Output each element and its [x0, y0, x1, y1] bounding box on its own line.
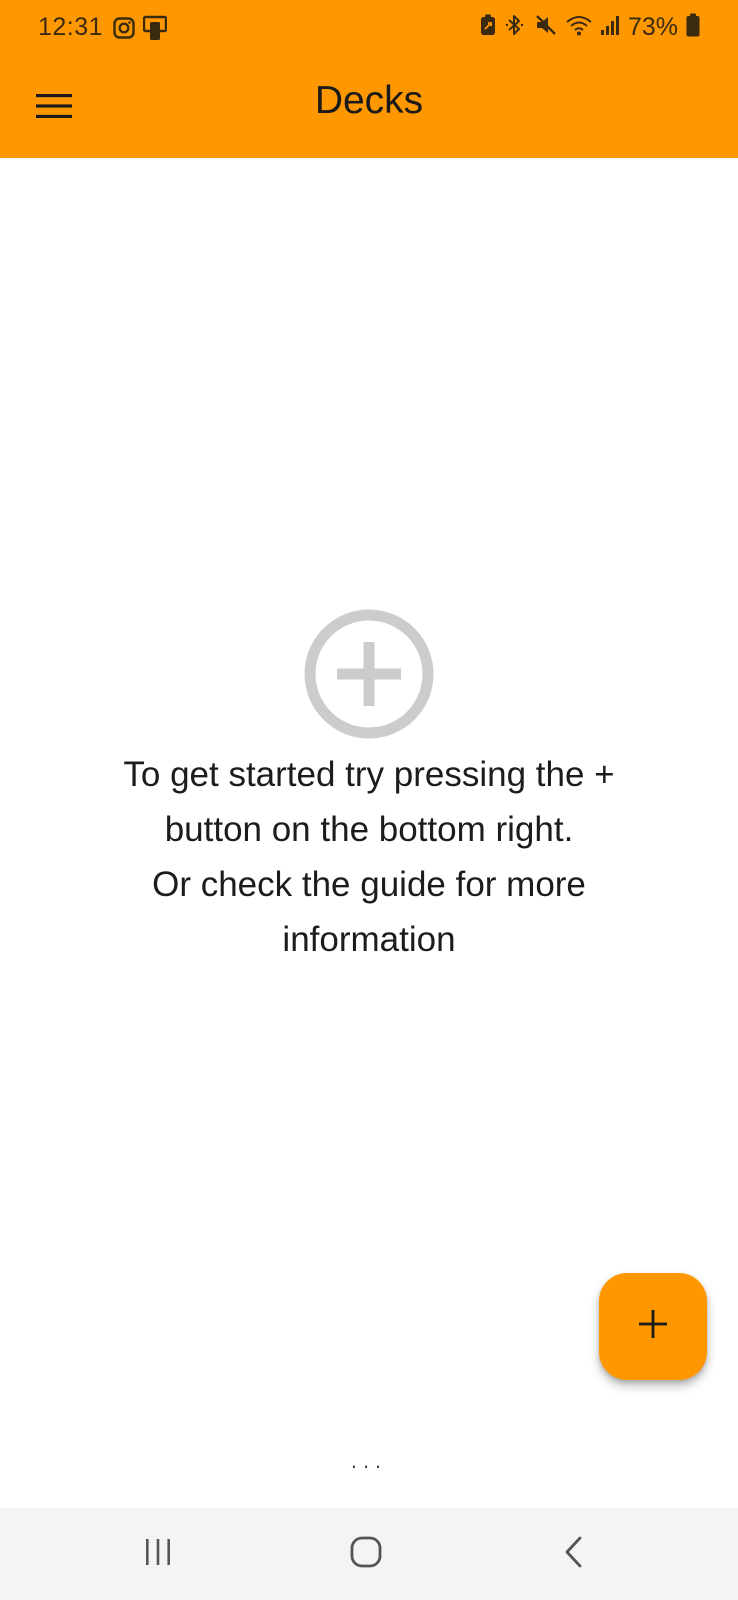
status-right-icons: 73% — [480, 13, 700, 42]
system-nav-bar — [0, 1508, 738, 1600]
battery-percentage: 73% — [627, 13, 678, 41]
status-bar: 12:31 73% — [0, 0, 738, 56]
add-deck-fab[interactable] — [599, 1273, 707, 1380]
empty-state-line: To get started try pressing the + — [123, 755, 615, 794]
add-circle-icon — [0, 609, 738, 739]
signal-icon — [600, 14, 620, 41]
overflow-dots: ... — [350, 1448, 388, 1473]
recent-apps-icon[interactable] — [142, 1537, 174, 1572]
empty-state-line: Or check the guide for more — [152, 865, 586, 904]
instagram-icon — [113, 17, 135, 44]
app-header: 12:31 73% Decks — [0, 0, 738, 158]
recent-apps-button[interactable] — [134, 1530, 182, 1578]
back-button[interactable] — [550, 1530, 598, 1578]
empty-state-message: To get started try pressing the + button… — [0, 747, 738, 967]
app-toolbar: Decks — [0, 56, 738, 158]
battery-icon — [686, 13, 700, 42]
wifi-icon — [566, 14, 592, 41]
phone-link-icon — [142, 15, 168, 46]
empty-state: To get started try pressing the + button… — [0, 609, 738, 967]
status-left-icons — [113, 15, 168, 46]
muted-icon — [534, 13, 558, 42]
status-time: 12:31 — [38, 13, 104, 41]
home-icon[interactable] — [349, 1535, 383, 1574]
home-button[interactable] — [342, 1530, 390, 1578]
page-title: Decks — [314, 79, 424, 122]
plus-icon[interactable] — [638, 1309, 668, 1344]
bluetooth-icon — [504, 14, 526, 41]
empty-state-line: information — [282, 920, 456, 959]
empty-state-line: button on the bottom right. — [164, 810, 574, 849]
back-icon[interactable] — [561, 1535, 587, 1574]
battery-saver-icon — [480, 14, 496, 41]
